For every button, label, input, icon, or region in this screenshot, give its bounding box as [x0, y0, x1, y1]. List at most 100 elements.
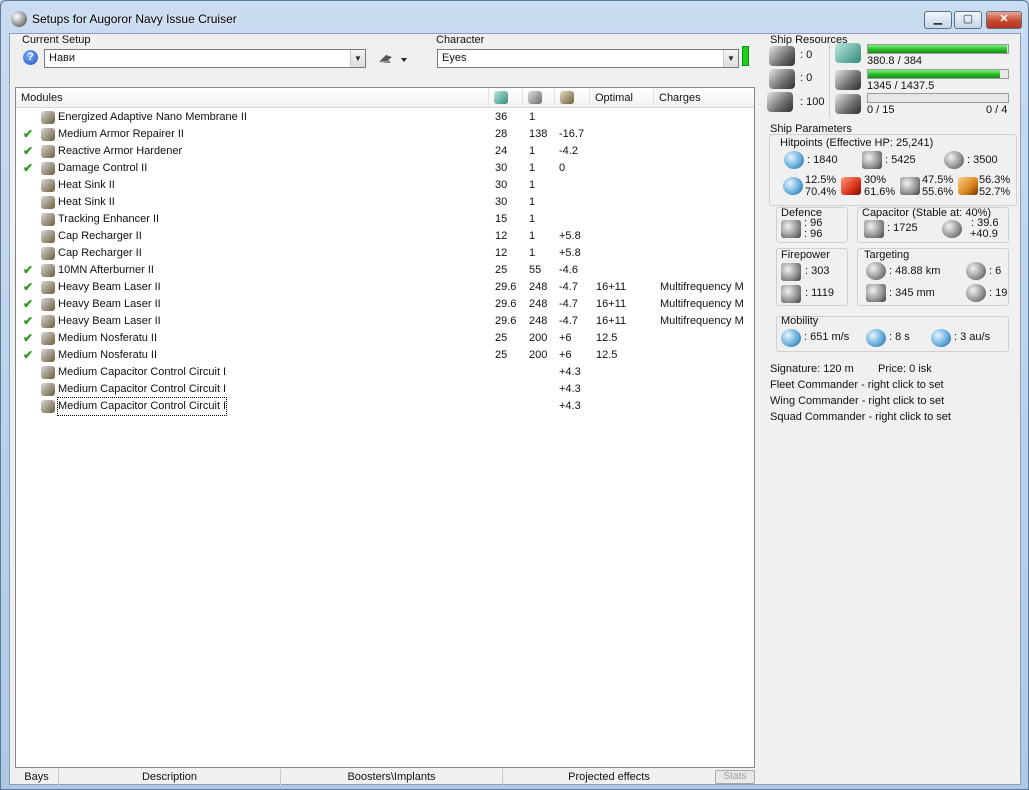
module-optimal: 16+11 [596, 281, 627, 293]
module-charges: Multifrequency M [660, 315, 744, 327]
module-powergrid: 1 [529, 213, 536, 225]
table-row[interactable]: ✔ 10MN Afterburner II 25 55 -4.6 [16, 262, 754, 279]
table-row[interactable]: Medium Capacitor Control Circuit I +4.3 [16, 397, 754, 416]
module-icon [41, 111, 55, 124]
mobility-label: Mobility [781, 315, 819, 327]
module-name: Cap Recharger II [58, 230, 142, 242]
column-header-powergrid[interactable] [523, 88, 555, 108]
table-row[interactable]: Energized Adaptive Nano Membrane II 36 1 [16, 109, 754, 126]
column-header-cpu[interactable] [489, 88, 523, 108]
modules-list[interactable]: Modules Optimal Charges Energized Adapti… [15, 87, 755, 768]
sensor-strength-icon [966, 284, 986, 302]
module-icon [41, 213, 55, 226]
table-row[interactable]: Cap Recharger II 12 1 +5.8 [16, 228, 754, 245]
module-cpu: 30 [495, 162, 508, 174]
module-name: Reactive Armor Hardener [58, 145, 183, 157]
module-active-check-icon: ✔ [23, 280, 34, 294]
dps-icon [781, 263, 801, 281]
turret-hardpoints: : 0 [800, 49, 813, 61]
module-cpu: 30 [495, 196, 508, 208]
tab-bays[interactable]: Bays [15, 769, 59, 785]
minimize-button[interactable]: ▁ [924, 11, 952, 29]
table-row[interactable]: ✔ Heavy Beam Laser II 29.6 248 -4.7 16+11 Mult… [16, 279, 754, 296]
module-powergrid: 1 [529, 162, 536, 174]
column-header-optimal[interactable]: Optimal [590, 88, 654, 108]
module-active-check-icon: ✔ [23, 314, 34, 328]
capacitor-group: Capacitor (Stable at: 40%) : 1725 : 39.6… [857, 207, 1009, 243]
module-charges: Multifrequency M [660, 281, 744, 293]
character-select[interactable]: Eyes ▼ [437, 49, 739, 68]
column-header-charges[interactable]: Charges [654, 88, 756, 108]
maximize-button[interactable]: ▢ [954, 11, 982, 29]
module-active-check-icon: ✔ [23, 161, 34, 175]
module-icon [41, 400, 55, 413]
table-row[interactable]: ✔ Heavy Beam Laser II 29.6 248 -4.7 16+11 Mult… [16, 313, 754, 330]
squad-commander-slot[interactable]: Squad Commander - right click to set [770, 411, 951, 423]
table-row[interactable]: ✔ Medium Nosferatu II 25 200 +6 12.5 [16, 347, 754, 364]
module-name: Medium Armor Repairer II [58, 128, 184, 140]
help-icon[interactable]: ? [23, 50, 38, 65]
ship-tools-icon [379, 55, 407, 63]
tab-description[interactable]: Description [59, 769, 281, 785]
table-row[interactable]: Medium Capacitor Control Circuit I +4.3 [16, 364, 754, 381]
mobility-warp: : 3 au/s [954, 331, 991, 343]
module-powergrid: 1 [529, 111, 536, 123]
hitpoints-label: Hitpoints (Effective HP: 25,241) [780, 137, 934, 149]
table-row[interactable]: Heat Sink II 30 1 [16, 177, 754, 194]
powergrid-icon [835, 70, 861, 90]
table-row[interactable]: Medium Capacitor Control Circuit I +4.3 [16, 381, 754, 398]
drone-bandwidth-bar [867, 93, 1009, 103]
tab-projected-effects[interactable]: Projected effects [503, 769, 715, 785]
table-row[interactable]: Tracking Enhancer II 15 1 [16, 211, 754, 228]
module-powergrid: 248 [529, 281, 548, 293]
ship-price: Price: 0 isk [878, 363, 932, 375]
explosive-resist-armor: 52.7% [979, 186, 1011, 198]
module-name: Medium Capacitor Control Circuit I [58, 383, 227, 395]
module-active-check-icon: ✔ [23, 263, 34, 277]
armor-icon [862, 151, 882, 169]
cpu-value: 380.8 / 384 [867, 55, 923, 67]
table-row[interactable]: ✔ Medium Nosferatu II 25 200 +6 12.5 [16, 330, 754, 347]
module-name: Heavy Beam Laser II [58, 298, 161, 310]
setup-tools-button[interactable] [376, 50, 412, 68]
module-powergrid: 200 [529, 349, 548, 361]
module-powergrid: 1 [529, 230, 536, 242]
cpu-icon [835, 43, 861, 63]
capacitor-amount: : 1725 [887, 222, 918, 234]
title-bar[interactable]: Setups for Augoror Navy Issue Cruiser ▁ … [1, 1, 1028, 33]
table-row[interactable]: ✔ Reactive Armor Hardener 24 1 -4.2 [16, 143, 754, 160]
table-row[interactable]: ✔ Medium Armor Repairer II 28 138 -16.7 [16, 126, 754, 143]
wing-commander-slot[interactable]: Wing Commander - right click to set [770, 395, 944, 407]
table-row[interactable]: Heat Sink II 30 1 [16, 194, 754, 211]
character-select-value: Eyes [442, 52, 467, 64]
launcher-hardpoints: : 0 [800, 72, 813, 84]
table-row[interactable]: ✔ Damage Control II 30 1 0 [16, 160, 754, 177]
column-header-capacitor[interactable] [555, 88, 590, 108]
setup-select[interactable]: Нави ▼ [44, 49, 366, 68]
module-icon [41, 179, 55, 192]
tab-boosters-implants[interactable]: Boosters\Implants [281, 769, 503, 785]
module-active-check-icon: ✔ [23, 348, 34, 362]
mobility-speed: : 651 m/s [804, 331, 850, 343]
stats-button[interactable]: Stats [715, 770, 755, 784]
table-row[interactable]: Cap Recharger II 12 1 +5.8 [16, 245, 754, 262]
column-header-modules[interactable]: Modules [16, 88, 489, 108]
module-cpu: 30 [495, 179, 508, 191]
close-button[interactable]: ✕ [986, 11, 1022, 29]
module-optimal: 12.5 [596, 349, 618, 361]
right-panel: Ship Resources : 0 : 0 : 100 380.8 / 384… [763, 34, 1020, 784]
client-area: Current Setup ? Нави ▼ Character Eyes ▼ … [9, 33, 1021, 785]
firepower-label: Firepower [781, 249, 830, 261]
targeting-range-icon [866, 262, 886, 280]
hitpoints-group: Hitpoints (Effective HP: 25,241) : 1840 … [769, 134, 1017, 206]
module-capacitor: -4.7 [559, 281, 578, 293]
calibration-icon [767, 92, 793, 112]
module-icon [41, 332, 55, 345]
module-cpu: 29.6 [495, 298, 517, 310]
powergrid-value: 1345 / 1437.5 [867, 80, 935, 92]
module-capacitor: +5.8 [559, 230, 581, 242]
fleet-commander-slot[interactable]: Fleet Commander - right click to set [770, 379, 944, 391]
firepower-dps: : 303 [805, 265, 830, 277]
table-row[interactable]: ✔ Heavy Beam Laser II 29.6 248 -4.7 16+11 Mult… [16, 296, 754, 313]
cpu-icon [494, 91, 508, 104]
